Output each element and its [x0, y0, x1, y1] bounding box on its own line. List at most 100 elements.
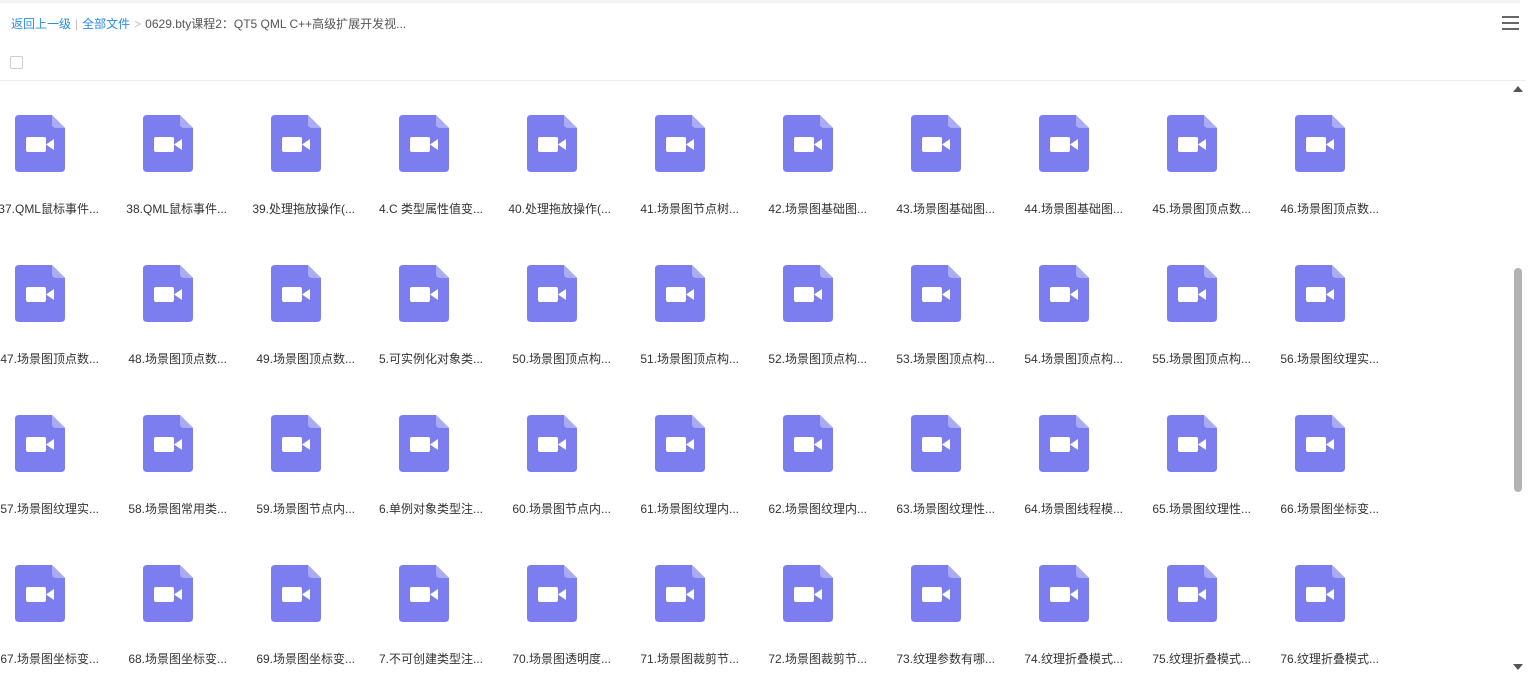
file-item[interactable]: 37.QML鼠标事件...: [0, 80, 115, 220]
file-item[interactable]: 40.处理拖放操作(...: [499, 80, 627, 220]
file-item[interactable]: 7.不可创建类型注...: [371, 530, 499, 670]
file-item[interactable]: 71.场景图裁剪节...: [627, 530, 755, 670]
file-item[interactable]: 60.场景图节点内...: [499, 380, 627, 520]
file-name: 68.场景图坐标变...: [128, 652, 227, 666]
video-file-icon: [143, 415, 193, 472]
file-item[interactable]: 51.场景图顶点构...: [627, 230, 755, 370]
file-name: 6.单例对象类型注...: [378, 502, 483, 516]
file-item[interactable]: 43.场景图基础图...: [883, 80, 1011, 220]
file-item[interactable]: 68.场景图坐标变...: [115, 530, 243, 670]
file-item[interactable]: 50.场景图顶点构...: [499, 230, 627, 370]
file-name: 49.场景图顶点数...: [256, 352, 355, 366]
file-name: 70.场景图透明度...: [512, 652, 611, 666]
file-item[interactable]: 73.纹理参数有哪...: [883, 530, 1011, 670]
file-item[interactable]: 62.场景图纹理内...: [755, 380, 883, 520]
file-name: 65.场景图纹理性...: [1152, 502, 1251, 516]
file-name: 69.场景图坐标变...: [256, 652, 355, 666]
file-name: 64.场景图线程模...: [1024, 502, 1123, 516]
file-name: 4.C 类型属性值变...: [378, 202, 483, 216]
file-item[interactable]: 61.场景图纹理内...: [627, 380, 755, 520]
video-file-icon: [1295, 565, 1345, 622]
file-item[interactable]: 69.场景图坐标变...: [243, 530, 371, 670]
file-name: 42.场景图基础图...: [768, 202, 867, 216]
video-file-icon: [911, 265, 961, 322]
video-file-icon: [1039, 415, 1089, 472]
file-name: 43.场景图基础图...: [896, 202, 995, 216]
file-item[interactable]: 65.场景图纹理性...: [1139, 380, 1267, 520]
scroll-thumb[interactable]: [1514, 268, 1522, 492]
list-view-menu-icon[interactable]: [1502, 16, 1519, 30]
video-file-icon: [143, 565, 193, 622]
file-item[interactable]: 67.场景图坐标变...: [0, 530, 115, 670]
all-files-link[interactable]: 全部文件: [82, 17, 130, 31]
file-item[interactable]: 4.C 类型属性值变...: [371, 80, 499, 220]
file-name: 39.处理拖放操作(...: [252, 202, 355, 216]
file-item[interactable]: 57.场景图纹理实...: [0, 380, 115, 520]
file-item[interactable]: 75.纹理折叠模式...: [1139, 530, 1267, 670]
file-name: 47.场景图顶点数...: [0, 352, 99, 366]
video-file-icon: [783, 565, 833, 622]
file-item[interactable]: 70.场景图透明度...: [499, 530, 627, 670]
scroll-up-arrow-icon[interactable]: [1513, 86, 1523, 92]
file-item[interactable]: 41.场景图节点树...: [627, 80, 755, 220]
video-file-icon: [1295, 115, 1345, 172]
video-file-icon: [655, 115, 705, 172]
file-item[interactable]: 56.场景图纹理实...: [1267, 230, 1395, 370]
file-name: 48.场景图顶点数...: [128, 352, 227, 366]
top-divider: [0, 0, 1520, 3]
vertical-scrollbar[interactable]: [1510, 80, 1526, 692]
video-file-icon: [1167, 115, 1217, 172]
file-name: 55.场景图顶点构...: [1152, 352, 1251, 366]
file-item[interactable]: 55.场景图顶点构...: [1139, 230, 1267, 370]
file-item[interactable]: 76.纹理折叠模式...: [1267, 530, 1395, 670]
file-item[interactable]: 47.场景图顶点数...: [0, 230, 115, 370]
video-file-icon: [1167, 265, 1217, 322]
file-name: 72.场景图裁剪节...: [768, 652, 867, 666]
scroll-down-arrow-icon[interactable]: [1513, 664, 1523, 670]
back-link[interactable]: 返回上一级: [11, 17, 71, 31]
video-file-icon: [1039, 265, 1089, 322]
breadcrumb-arrow: >: [134, 17, 142, 31]
video-file-icon: [1295, 415, 1345, 472]
file-item[interactable]: 42.场景图基础图...: [755, 80, 883, 220]
file-item[interactable]: 46.场景图顶点数...: [1267, 80, 1395, 220]
video-file-icon: [15, 415, 65, 472]
select-all-checkbox[interactable]: [10, 56, 23, 69]
file-item[interactable]: 45.场景图顶点数...: [1139, 80, 1267, 220]
video-file-icon: [911, 565, 961, 622]
file-item[interactable]: 66.场景图坐标变...: [1267, 380, 1395, 520]
video-file-icon: [911, 115, 961, 172]
file-name: 74.纹理折叠模式...: [1024, 652, 1123, 666]
file-item[interactable]: 48.场景图顶点数...: [115, 230, 243, 370]
file-item[interactable]: 38.QML鼠标事件...: [115, 80, 243, 220]
file-item[interactable]: 5.可实例化对象类...: [371, 230, 499, 370]
file-item[interactable]: 63.场景图纹理性...: [883, 380, 1011, 520]
file-item[interactable]: 52.场景图顶点构...: [755, 230, 883, 370]
file-name: 66.场景图坐标变...: [1280, 502, 1379, 516]
file-name: 60.场景图节点内...: [512, 502, 611, 516]
file-name: 7.不可创建类型注...: [378, 652, 483, 666]
file-item[interactable]: 44.场景图基础图...: [1011, 80, 1139, 220]
video-file-icon: [655, 565, 705, 622]
file-item[interactable]: 39.处理拖放操作(...: [243, 80, 371, 220]
file-name: 51.场景图顶点构...: [640, 352, 739, 366]
file-item[interactable]: 53.场景图顶点构...: [883, 230, 1011, 370]
file-item[interactable]: 64.场景图线程模...: [1011, 380, 1139, 520]
file-item[interactable]: 54.场景图顶点构...: [1011, 230, 1139, 370]
file-item[interactable]: 72.场景图裁剪节...: [755, 530, 883, 670]
video-file-icon: [143, 265, 193, 322]
file-grid: 37.QML鼠标事件... 38.QML鼠标事件... 39.处理拖放操作(... 4…: [0, 80, 1510, 692]
file-item[interactable]: 58.场景图常用类...: [115, 380, 243, 520]
file-item[interactable]: 74.纹理折叠模式...: [1011, 530, 1139, 670]
video-file-icon: [783, 115, 833, 172]
file-item[interactable]: 6.单例对象类型注...: [371, 380, 499, 520]
file-name: 56.场景图纹理实...: [1280, 352, 1379, 366]
file-item[interactable]: 49.场景图顶点数...: [243, 230, 371, 370]
file-name: 76.纹理折叠模式...: [1280, 652, 1379, 666]
file-name: 53.场景图顶点构...: [896, 352, 995, 366]
file-name: 59.场景图节点内...: [256, 502, 355, 516]
video-file-icon: [271, 115, 321, 172]
file-name: 63.场景图纹理性...: [896, 502, 995, 516]
file-item[interactable]: 59.场景图节点内...: [243, 380, 371, 520]
video-file-icon: [783, 265, 833, 322]
